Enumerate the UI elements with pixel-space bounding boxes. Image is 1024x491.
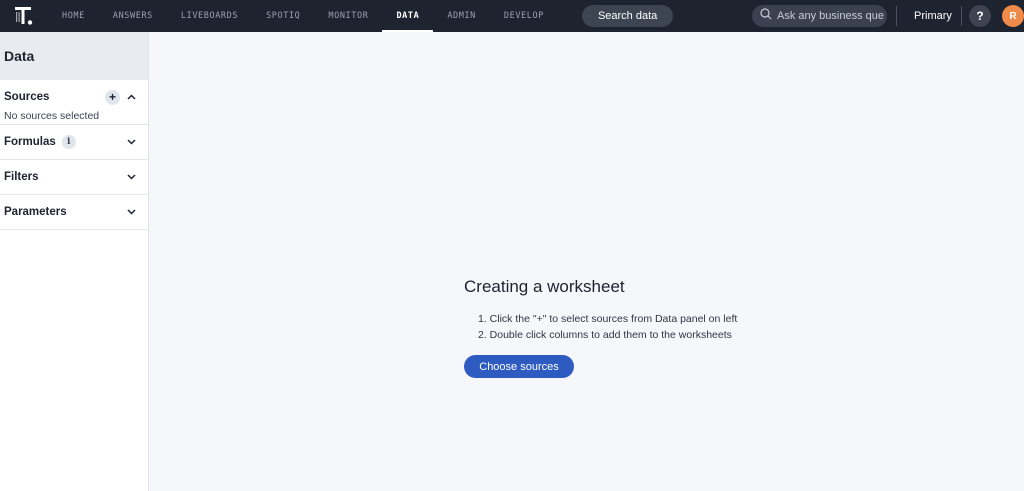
- thoughtspot-logo-icon[interactable]: [0, 0, 48, 32]
- formulas-section: Formulas i: [0, 125, 148, 160]
- data-panel-title: Data: [0, 32, 148, 80]
- sources-label: Sources: [4, 91, 50, 103]
- nav-spotiq[interactable]: SPOTIQ: [252, 0, 314, 32]
- instruction-step: 1. Click the "+" to select sources from …: [478, 313, 738, 325]
- parameters-header[interactable]: Parameters: [4, 195, 144, 229]
- filters-header[interactable]: Filters: [4, 160, 144, 194]
- parameters-label: Parameters: [4, 206, 67, 218]
- navbar-divider: [896, 6, 897, 26]
- data-panel: Data Sources + No sources selected Formu…: [0, 32, 149, 491]
- sources-header[interactable]: Sources +: [4, 80, 144, 114]
- add-source-button[interactable]: +: [105, 89, 120, 105]
- avatar[interactable]: R: [1002, 5, 1024, 27]
- nav-answers[interactable]: ANSWERS: [99, 0, 167, 32]
- sources-section: Sources + No sources selected: [0, 80, 148, 125]
- parameters-section: Parameters: [0, 195, 148, 230]
- nav-admin[interactable]: ADMIN: [433, 0, 490, 32]
- nav-monitor[interactable]: MONITOR: [314, 0, 382, 32]
- formulas-label: Formulas: [4, 136, 56, 148]
- nav-home[interactable]: HOME: [48, 0, 99, 32]
- search-data-button[interactable]: Search data: [581, 5, 674, 27]
- filters-section: Filters: [0, 160, 148, 195]
- chevron-down-icon[interactable]: [126, 207, 136, 217]
- worksheet-canvas: Creating a worksheet 1. Click the "+" to…: [149, 32, 1024, 491]
- chevron-down-icon[interactable]: [126, 172, 136, 182]
- search-icon: [760, 7, 772, 25]
- formulas-header[interactable]: Formulas i: [4, 125, 144, 159]
- chevron-up-icon[interactable]: [126, 92, 136, 102]
- info-icon[interactable]: i: [61, 135, 76, 149]
- ask-search-input[interactable]: [777, 10, 885, 22]
- nav-data[interactable]: DATA: [382, 0, 434, 32]
- instruction-step: 2. Double click columns to add them to t…: [478, 329, 732, 341]
- navbar-divider: [961, 6, 962, 26]
- filters-label: Filters: [4, 171, 39, 183]
- empty-state: Creating a worksheet 1. Click the "+" to…: [464, 277, 764, 378]
- nav-develop[interactable]: DEVELOP: [490, 0, 558, 32]
- main-nav: HOME ANSWERS LIVEBOARDS SPOTIQ MONITOR D…: [48, 0, 558, 32]
- choose-sources-button[interactable]: Choose sources: [464, 355, 574, 378]
- chevron-down-icon[interactable]: [126, 137, 136, 147]
- top-navbar: HOME ANSWERS LIVEBOARDS SPOTIQ MONITOR D…: [0, 0, 1024, 32]
- empty-state-title: Creating a worksheet: [464, 277, 625, 296]
- org-switcher[interactable]: Primary: [914, 0, 952, 32]
- instruction-list: 1. Click the "+" to select sources from …: [478, 311, 764, 343]
- sources-empty-text: No sources selected: [4, 110, 100, 122]
- ask-search-box[interactable]: [752, 5, 887, 27]
- nav-liveboards[interactable]: LIVEBOARDS: [167, 0, 252, 32]
- help-button[interactable]: ?: [969, 5, 991, 27]
